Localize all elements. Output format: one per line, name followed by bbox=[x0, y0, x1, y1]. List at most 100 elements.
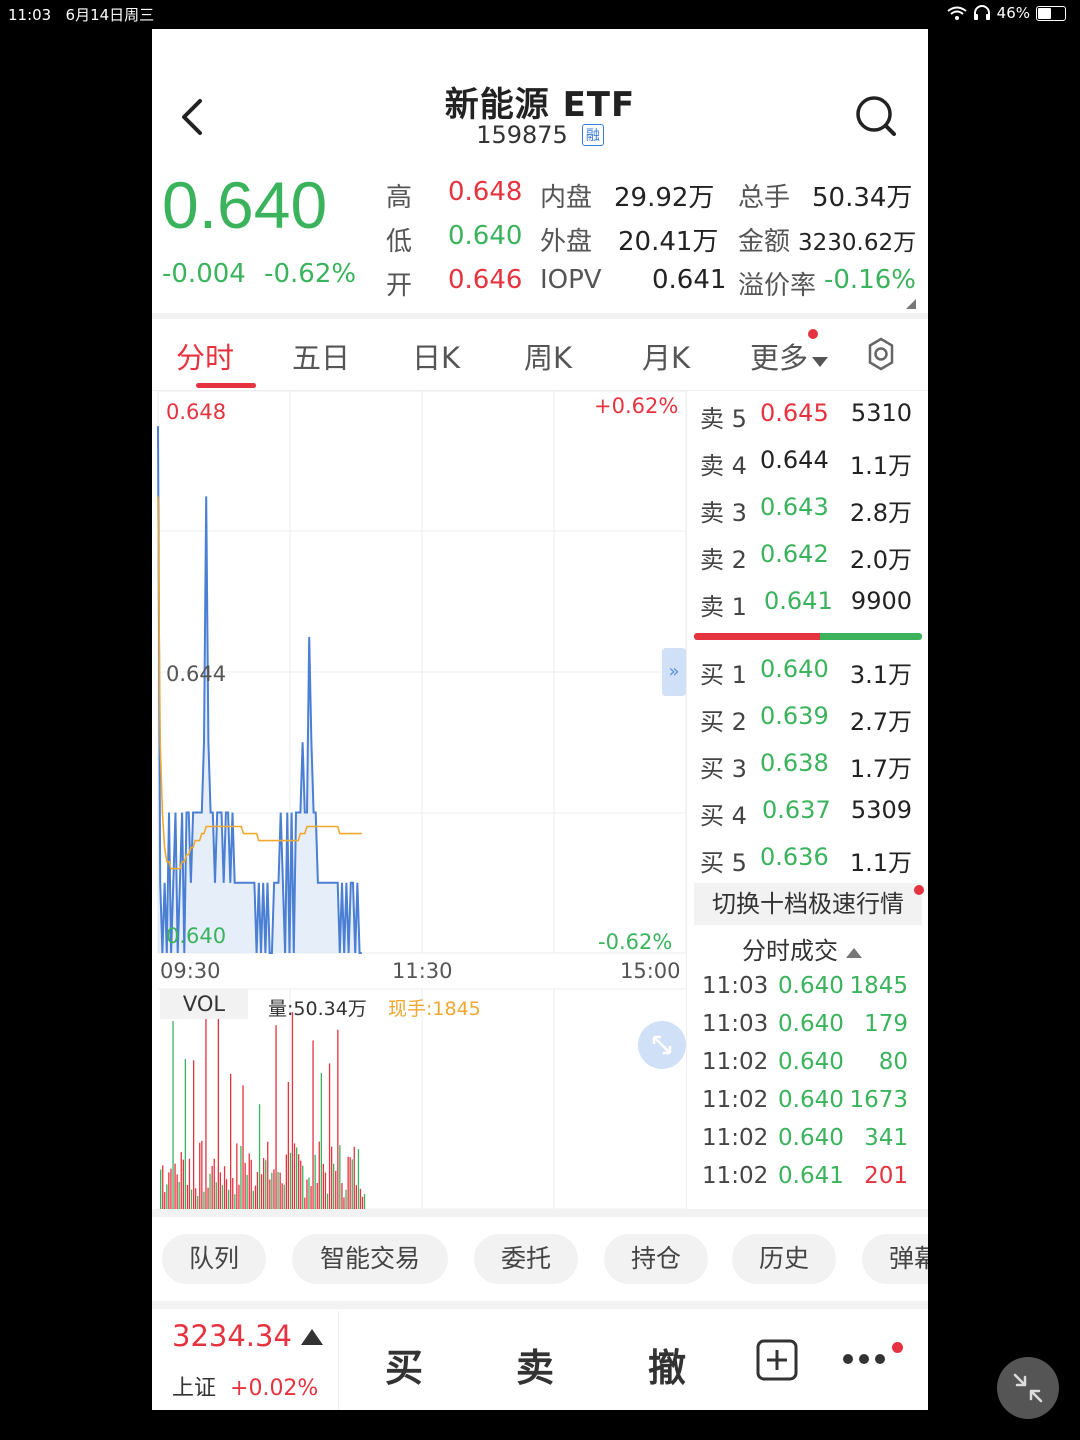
volume-bar bbox=[260, 1174, 263, 1209]
cancel-order-button[interactable]: 撤 bbox=[648, 1337, 686, 1392]
notification-dot bbox=[914, 885, 924, 895]
ask-row[interactable]: 卖 1 0.641 9900 bbox=[700, 579, 920, 626]
volume-bar bbox=[357, 1149, 360, 1209]
chart-grid bbox=[157, 391, 687, 1210]
positions-button[interactable]: 持仓 bbox=[604, 1234, 708, 1284]
settings-gear-icon[interactable] bbox=[864, 337, 898, 371]
expand-corner-icon[interactable] bbox=[906, 299, 916, 309]
low-label: 低 bbox=[386, 227, 413, 257]
volume-bar bbox=[316, 1183, 318, 1209]
history-button[interactable]: 历史 bbox=[732, 1234, 836, 1284]
notification-dot bbox=[808, 329, 818, 339]
volume-bar bbox=[355, 1185, 357, 1209]
volume-bar bbox=[207, 1187, 209, 1209]
collapse-window-icon[interactable] bbox=[997, 1357, 1059, 1419]
ask-row[interactable]: 卖 2 0.642 2.0万 bbox=[700, 532, 920, 579]
volume-bar bbox=[289, 1153, 292, 1209]
volume-bar bbox=[341, 1183, 343, 1209]
more-dots-icon[interactable] bbox=[840, 1349, 888, 1369]
iopv-label: IOPV bbox=[540, 265, 602, 295]
tab-intraday[interactable]: 分时 bbox=[176, 335, 234, 377]
y-axis-bottom-label: 0.640 bbox=[166, 924, 227, 948]
bid-row[interactable]: 买 2 0.639 2.7万 bbox=[700, 694, 920, 741]
divider bbox=[152, 1301, 928, 1309]
low-value: 0.640 bbox=[448, 221, 523, 251]
ask-row[interactable]: 卖 3 0.643 2.8万 bbox=[700, 485, 920, 532]
volume-bar bbox=[363, 1194, 366, 1209]
ticks-title[interactable]: 分时成交 bbox=[742, 931, 862, 966]
volume-bar bbox=[180, 1152, 182, 1209]
page-title: 新能源 ETF bbox=[444, 85, 636, 125]
intraday-chart[interactable] bbox=[152, 391, 692, 1241]
volume-bar bbox=[223, 1166, 226, 1209]
tab-day-k[interactable]: 日K bbox=[412, 335, 460, 377]
volume-bar bbox=[339, 1145, 341, 1209]
ask-row[interactable]: 卖 5 0.645 5310 bbox=[700, 391, 920, 438]
vol-tab[interactable]: VOL bbox=[160, 989, 248, 1019]
tick-row: 11:02 0.640 80 bbox=[702, 1049, 908, 1075]
volume-bar bbox=[314, 1154, 316, 1209]
buy-button[interactable]: 买 bbox=[385, 1337, 423, 1392]
volume-bar bbox=[349, 1157, 351, 1209]
fullscreen-icon[interactable] bbox=[638, 1021, 686, 1069]
volume-bar bbox=[234, 1194, 236, 1209]
security-code: 159875 bbox=[476, 121, 568, 149]
volume-bar bbox=[258, 1104, 261, 1209]
x-axis-mid-label: 11:30 bbox=[392, 959, 453, 983]
wifi-icon bbox=[947, 6, 967, 20]
volume-bar bbox=[170, 1168, 172, 1209]
volume-bar bbox=[162, 1165, 164, 1209]
volume-bar bbox=[337, 1029, 339, 1209]
tick-row: 11:03 0.640 179 bbox=[702, 1011, 908, 1037]
volume-bar bbox=[246, 1174, 248, 1209]
tab-more[interactable]: 更多 bbox=[750, 335, 829, 377]
tab-month-k[interactable]: 月K bbox=[642, 335, 690, 377]
add-icon[interactable] bbox=[756, 1339, 798, 1381]
tab-five-day[interactable]: 五日 bbox=[292, 335, 350, 377]
sort-up-triangle-icon bbox=[845, 948, 862, 958]
volume-total: 量:50.34万 bbox=[268, 998, 367, 1020]
danmaku-button[interactable]: 弹幕 bbox=[862, 1234, 928, 1284]
volume-bar bbox=[197, 1196, 199, 1209]
tick-row: 11:03 0.640 1845 bbox=[702, 973, 908, 999]
open-value: 0.646 bbox=[448, 265, 523, 295]
total-value: 50.34万 bbox=[812, 183, 913, 213]
bid-row[interactable]: 买 4 0.637 5309 bbox=[700, 788, 920, 835]
change-value: -0.004 bbox=[162, 259, 246, 289]
sell-button[interactable]: 卖 bbox=[516, 1337, 554, 1392]
index-value-line[interactable]: 3234.34 bbox=[172, 1319, 324, 1353]
volume-bar bbox=[298, 1154, 300, 1209]
up-triangle-icon bbox=[301, 1329, 324, 1345]
volume-bar bbox=[176, 1174, 178, 1209]
bid-row[interactable]: 买 5 0.636 1.1万 bbox=[700, 835, 920, 882]
volume-bar bbox=[209, 1173, 211, 1209]
switch-ten-level-button[interactable]: 切换十档极速行情 bbox=[694, 883, 922, 925]
notification-dot bbox=[892, 1342, 903, 1353]
bid-row[interactable]: 买 1 0.640 3.1万 bbox=[700, 647, 920, 694]
current-hand: 现手:1845 bbox=[388, 998, 481, 1020]
ask-row[interactable]: 卖 4 0.644 1.1万 bbox=[700, 438, 920, 485]
volume-bar bbox=[168, 1172, 170, 1209]
volume-bar bbox=[277, 1172, 279, 1209]
divider bbox=[152, 1209, 928, 1217]
volume-bar bbox=[244, 1162, 246, 1209]
tab-week-k[interactable]: 周K bbox=[524, 335, 572, 377]
x-axis-start-label: 09:30 bbox=[160, 959, 221, 983]
volume-bar bbox=[178, 1181, 180, 1209]
volume-bar bbox=[236, 1143, 238, 1209]
queue-button[interactable]: 队列 bbox=[162, 1234, 266, 1284]
pct-top-label: +0.62% bbox=[594, 394, 679, 418]
outer-value: 20.41万 bbox=[618, 227, 719, 257]
volume-bar bbox=[230, 1073, 232, 1209]
smart-trade-button[interactable]: 智能交易 bbox=[292, 1234, 448, 1284]
volume-bar bbox=[205, 1013, 207, 1209]
expand-panel-handle-icon[interactable]: » bbox=[662, 648, 686, 696]
price-change: -0.004 -0.62% bbox=[162, 259, 356, 289]
orders-button[interactable]: 委托 bbox=[474, 1234, 578, 1284]
bid-row[interactable]: 买 3 0.638 1.7万 bbox=[700, 741, 920, 788]
search-icon[interactable] bbox=[852, 93, 900, 141]
volume-bar bbox=[343, 1197, 345, 1209]
volume-bar bbox=[351, 1159, 353, 1209]
index-name: 上证 bbox=[172, 1376, 217, 1401]
index-info: 上证 +0.02% bbox=[172, 1370, 318, 1402]
